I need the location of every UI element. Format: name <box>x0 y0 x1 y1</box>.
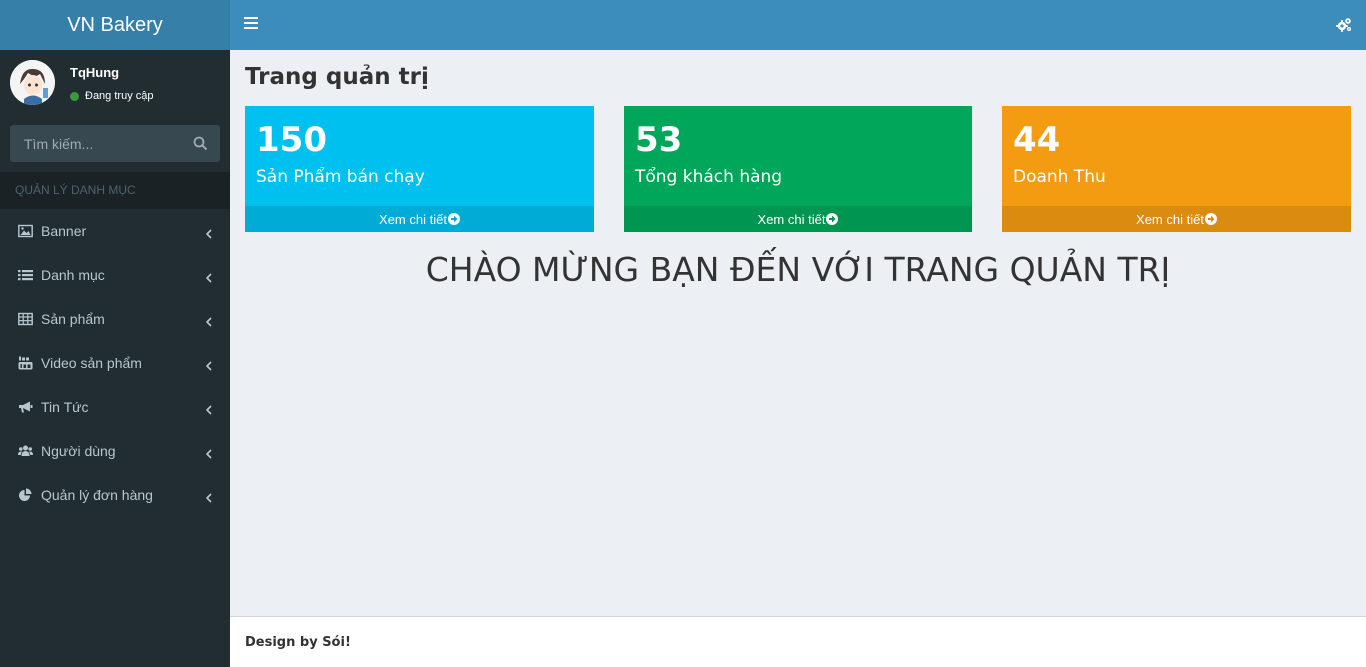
users-icon <box>18 444 33 458</box>
view-details-link[interactable]: Xem chi tiết <box>624 206 972 232</box>
stat-value: 44 <box>1013 120 1061 160</box>
stat-value: 150 <box>256 120 327 160</box>
stat-label: Tổng khách hàng <box>635 167 783 187</box>
stat-value: 53 <box>635 120 683 160</box>
view-details-label: Xem chi tiết <box>757 211 826 227</box>
chevron-left-icon <box>205 402 212 415</box>
pie-chart-icon <box>18 488 33 502</box>
avatar[interactable] <box>10 60 55 105</box>
view-details-link[interactable]: Xem chi tiết <box>1002 206 1351 232</box>
top-navbar <box>230 0 1366 50</box>
bullhorn-icon <box>18 400 33 414</box>
user-status: Đang truy cập <box>70 90 153 102</box>
footer-credit: Design by Sói! <box>245 635 351 650</box>
sidebar-item-label: Quản lý đơn hàng <box>41 487 153 503</box>
arrow-circle-right-icon <box>1204 213 1217 225</box>
stat-box-best-sellers: 150 Sản Phẩm bán chạy Xem chi tiết <box>245 106 594 232</box>
chevron-left-icon <box>205 446 212 459</box>
arrow-circle-right-icon <box>447 213 460 225</box>
chevron-left-icon <box>205 358 212 371</box>
user-name: TqHung <box>70 65 120 80</box>
stat-label: Doanh Thu <box>1013 167 1106 187</box>
welcome-heading: CHÀO MỪNG BẠN ĐẾN VỚI TRANG QUẢN TRỊ <box>425 250 1171 289</box>
sidebar-item-label: Người dùng <box>41 443 116 459</box>
sidebar-item-nguoi-dung[interactable]: Người dùng <box>0 429 230 473</box>
sidebar-search <box>10 125 220 162</box>
view-details-label: Xem chi tiết <box>379 211 447 227</box>
sidebar-menu: Banner Danh mục Sản phẩm Video sản phẩm <box>0 209 230 517</box>
table-icon <box>18 312 33 326</box>
list-icon <box>18 268 33 282</box>
chevron-left-icon <box>205 226 212 239</box>
view-details-label: Xem chi tiết <box>1136 211 1204 227</box>
menu-section-header: QUẢN LÝ DANH MỤC <box>0 172 230 209</box>
stat-box-revenue: 44 Doanh Thu Xem chi tiết <box>1002 106 1351 232</box>
chevron-left-icon <box>205 314 212 327</box>
chevron-left-icon <box>205 490 212 503</box>
sidebar-item-danh-muc[interactable]: Danh mục <box>0 253 230 297</box>
youtube-icon <box>18 356 33 370</box>
stat-label: Sản Phẩm bán chạy <box>256 167 425 187</box>
search-icon[interactable] <box>193 136 208 151</box>
sidebar-item-label: Sản phẩm <box>41 311 105 327</box>
sidebar-item-label: Video sản phẩm <box>41 355 142 371</box>
sidebar-item-banner[interactable]: Banner <box>0 209 230 253</box>
brand-logo[interactable]: VN Bakery <box>0 0 230 50</box>
sidebar-item-label: Tin Tức <box>41 399 89 415</box>
sidebar-item-label: Danh mục <box>41 267 105 283</box>
user-status-label: Đang truy cập <box>85 90 154 102</box>
stat-box-customers: 53 Tổng khách hàng Xem chi tiết <box>624 106 972 232</box>
sidebar-item-san-pham[interactable]: Sản phẩm <box>0 297 230 341</box>
online-status-dot <box>70 91 79 101</box>
image-icon <box>18 224 33 238</box>
view-details-link[interactable]: Xem chi tiết <box>245 206 594 232</box>
gears-icon[interactable] <box>1336 17 1352 33</box>
sidebar: TqHung Đang truy cập QUẢN LÝ DANH MỤC Ba… <box>0 50 230 667</box>
sidebar-item-video-san-pham[interactable]: Video sản phẩm <box>0 341 230 385</box>
user-panel: TqHung Đang truy cập <box>0 50 230 122</box>
hamburger-icon[interactable] <box>244 17 258 33</box>
arrow-circle-right-icon <box>826 213 839 225</box>
sidebar-item-label: Banner <box>41 223 87 239</box>
page-title: Trang quản trị <box>245 64 429 90</box>
chevron-left-icon <box>205 270 212 283</box>
search-input[interactable] <box>10 125 185 162</box>
footer: Design by Sói! <box>230 616 1366 667</box>
sidebar-item-tin-tuc[interactable]: Tin Tức <box>0 385 230 429</box>
sidebar-item-quan-ly-don-hang[interactable]: Quản lý đơn hàng <box>0 473 230 517</box>
